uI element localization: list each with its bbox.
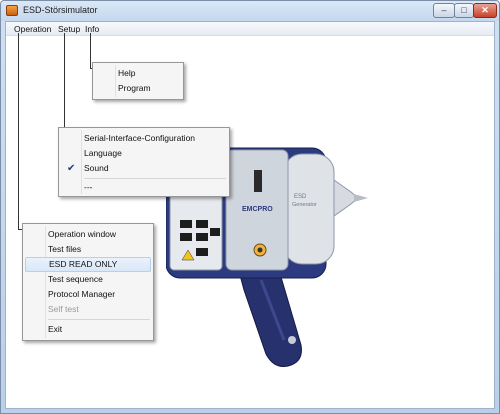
menu-item-test-files[interactable]: Test files [23,242,153,257]
menu-item-esd-read-only[interactable]: ESD READ ONLY [25,257,151,272]
menu-item-help[interactable]: Help [93,66,183,81]
info-menu: Help Program [92,62,184,100]
menu-item-operation-window[interactable]: Operation window [23,227,153,242]
client-area: Operation Setup Info EMCPRO ESD Generato… [5,21,495,409]
app-icon [6,5,18,16]
menu-item-serial-interface-configuration[interactable]: Serial-Interface-Configuration [59,131,229,146]
app-window: ESD-Störsimulator – □ ✕ Operation Setup … [0,0,500,414]
setup-callout-line [64,33,65,133]
menu-item-placeholder[interactable]: --- [59,180,229,195]
device-label-line1: ESD [294,194,307,200]
info-callout-line [90,33,91,69]
menu-item-test-sequence[interactable]: Test sequence [23,272,153,287]
window-title: ESD-Störsimulator [23,5,98,15]
menu-separator [48,319,150,320]
operation-menu: Operation window Test files ESD READ ONL… [22,223,154,341]
menu-item-sound-label: Sound [84,163,109,173]
checkmark-icon: ✔ [67,163,76,174]
menu-bar: Operation Setup Info [6,22,494,36]
menu-item-protocol-manager[interactable]: Protocol Manager [23,287,153,302]
menu-setup[interactable]: Setup [56,23,82,35]
title-bar[interactable]: ESD-Störsimulator – □ ✕ [1,1,499,21]
device-label-line2: Generator [292,202,317,208]
maximize-button[interactable]: □ [454,3,474,18]
menu-separator [84,178,226,179]
device-brand: EMCPRO [242,206,273,213]
menu-item-language[interactable]: Language [59,146,229,161]
minimize-button[interactable]: – [433,3,455,18]
menu-info[interactable]: Info [83,23,101,35]
menu-item-exit[interactable]: Exit [23,322,153,337]
menu-item-sound[interactable]: ✔ Sound [59,161,229,176]
operation-callout-line [18,33,19,230]
menu-item-self-test[interactable]: Self test [23,302,153,317]
close-button[interactable]: ✕ [473,3,497,18]
menu-item-program[interactable]: Program [93,81,183,96]
setup-menu: Serial-Interface-Configuration Language … [58,127,230,197]
